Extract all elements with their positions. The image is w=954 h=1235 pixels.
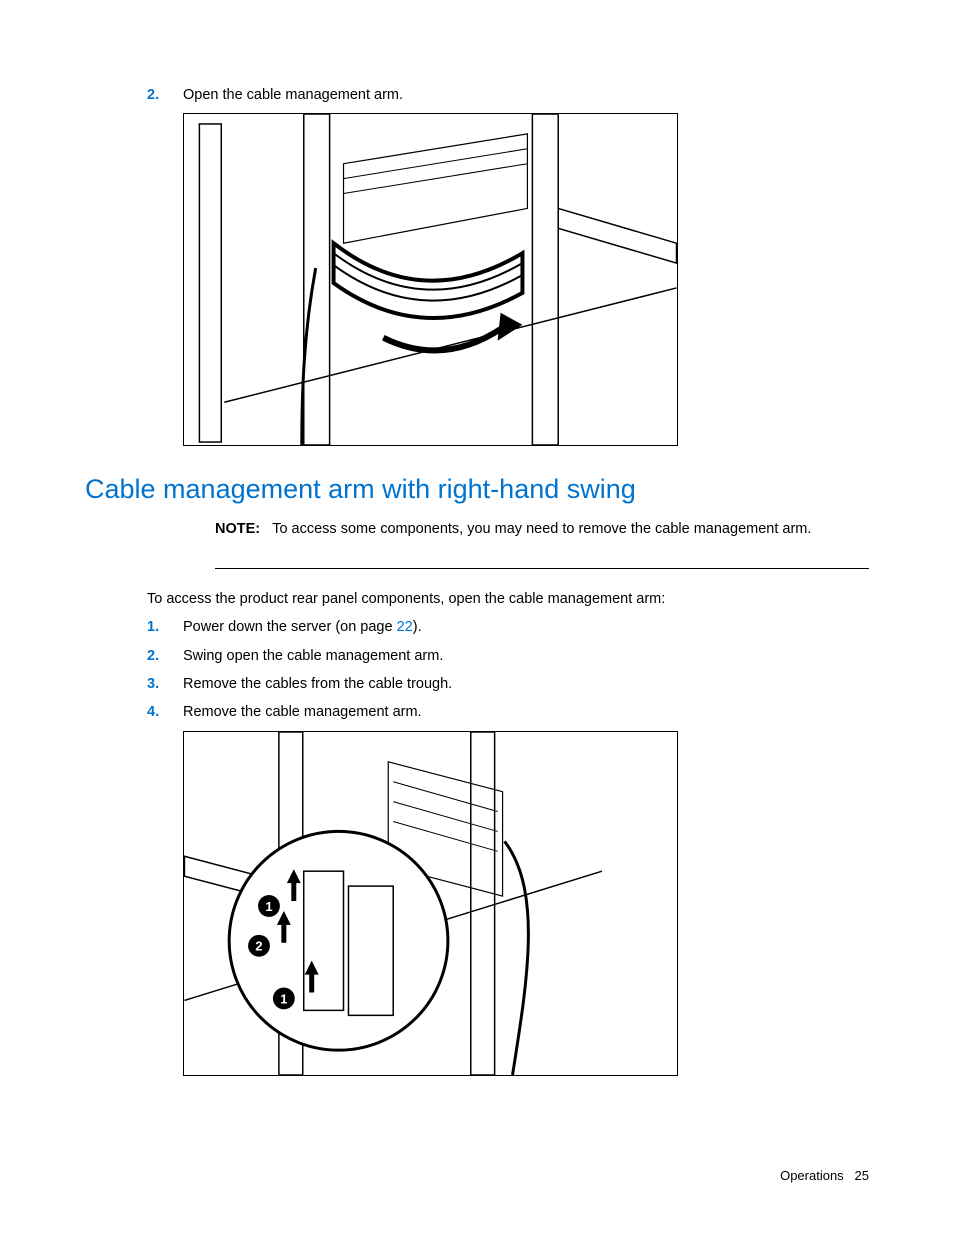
step-text: Power down the server (on page 22). (183, 617, 869, 637)
illustration-icon: 1 2 1 (184, 732, 677, 1075)
step-item: 3. Remove the cables from the cable trou… (147, 674, 869, 694)
footer-page: 25 (855, 1168, 869, 1183)
step-item: 2. Open the cable management arm. (147, 85, 869, 105)
step-text-a: Power down the server (on page (183, 619, 397, 635)
step-text: Remove the cable management arm. (183, 702, 869, 722)
step-text: Remove the cables from the cable trough. (183, 674, 869, 694)
step-number: 2. (147, 646, 183, 666)
section-heading: Cable management arm with right-hand swi… (85, 474, 869, 505)
step-text: Swing open the cable management arm. (183, 646, 869, 666)
note-callout: NOTE: To access some components, you may… (215, 519, 869, 540)
page-footer: Operations 25 (780, 1168, 869, 1183)
footer-section: Operations (780, 1168, 844, 1183)
intro-paragraph: To access the product rear panel compone… (147, 591, 869, 607)
step-item: 1. Power down the server (on page 22). (147, 617, 869, 637)
step-item: 4. Remove the cable management arm. (147, 702, 869, 722)
page-link[interactable]: 22 (397, 619, 413, 635)
svg-text:1: 1 (280, 991, 287, 1006)
step-number: 3. (147, 674, 183, 694)
figure-cable-arm-remove: 1 2 1 (183, 731, 678, 1076)
note-body: To access some components, you may need … (272, 521, 811, 537)
figure-cable-arm-open (183, 113, 678, 446)
svg-text:2: 2 (255, 938, 262, 953)
svg-text:1: 1 (265, 898, 272, 913)
illustration-icon (184, 114, 677, 445)
note-label: NOTE: (215, 521, 260, 537)
step-number: 2. (147, 85, 183, 105)
step-number: 1. (147, 617, 183, 637)
divider (215, 568, 869, 569)
note-text (264, 521, 272, 537)
step-text: Open the cable management arm. (183, 85, 869, 105)
step-item: 2. Swing open the cable management arm. (147, 646, 869, 666)
step-text-b: ). (413, 619, 422, 635)
step-number: 4. (147, 702, 183, 722)
